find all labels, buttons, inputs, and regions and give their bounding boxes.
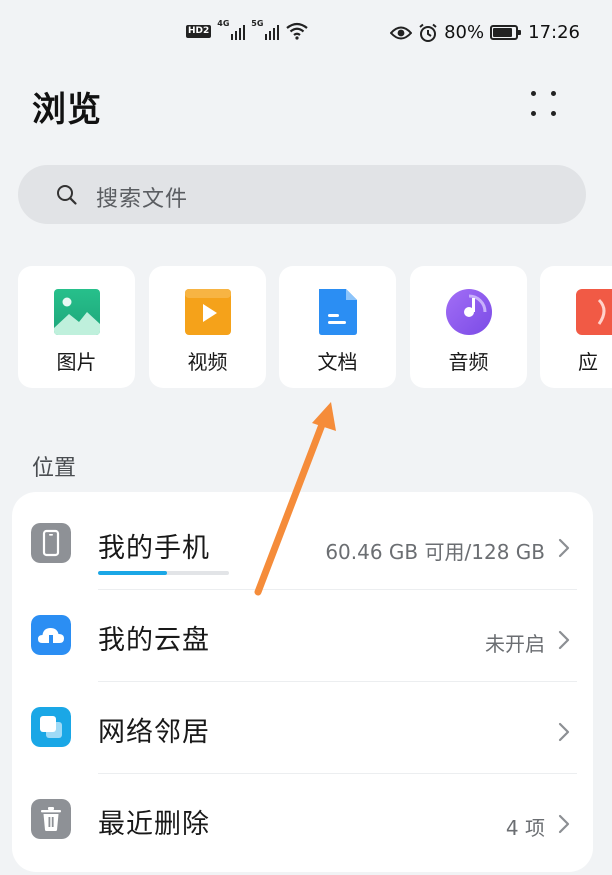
video-icon	[185, 289, 231, 335]
storage-progress-bar	[98, 571, 229, 575]
wifi-icon	[286, 22, 308, 40]
location-label: 最近删除	[98, 809, 210, 840]
signal-icon: 4G	[217, 19, 246, 40]
eye-icon	[390, 26, 413, 39]
category-row: 图片 视频 文档 音频 应	[0, 266, 612, 388]
category-images[interactable]: 图片	[18, 266, 135, 388]
location-label: 我的手机	[98, 533, 210, 564]
network-neighbor-icon	[31, 707, 71, 747]
more-options-button[interactable]	[522, 82, 566, 126]
category-label: 视频	[187, 350, 228, 374]
image-icon	[54, 289, 100, 335]
search-input[interactable]: 搜索文件	[18, 165, 586, 224]
clock: 17:26	[528, 22, 580, 43]
alarm-icon	[419, 23, 437, 42]
chevron-right-icon	[558, 630, 570, 650]
hd-icon: HD2	[186, 24, 212, 38]
location-label: 我的云盘	[98, 625, 210, 656]
cloud-drive-icon	[31, 615, 71, 655]
search-placeholder: 搜索文件	[96, 187, 189, 212]
category-apps[interactable]: 应	[540, 266, 612, 388]
status-left: HD2 4G 5G	[186, 19, 309, 40]
chevron-right-icon	[558, 722, 570, 742]
location-item-network-neighbor[interactable]: 网络邻居	[12, 682, 593, 773]
chevron-right-icon	[558, 538, 570, 558]
app-icon	[576, 289, 612, 335]
cloud-status-value: 未开启	[485, 632, 545, 656]
status-right: 80% 17:26	[390, 22, 580, 43]
deleted-count-value: 4 项	[505, 816, 545, 840]
category-documents[interactable]: 文档	[279, 266, 396, 388]
storage-value: 60.46 GB 可用/128 GB	[325, 540, 545, 564]
document-icon	[319, 289, 357, 335]
trash-icon	[31, 799, 71, 839]
signal-icon: 5G	[251, 19, 280, 40]
section-title: 位置	[32, 456, 77, 481]
phone-icon	[31, 523, 71, 563]
category-label: 音频	[448, 350, 489, 374]
chevron-right-icon	[558, 814, 570, 834]
category-label: 图片	[56, 350, 97, 374]
more-dots-icon	[531, 91, 536, 96]
audio-icon	[446, 289, 492, 335]
location-list: 我的手机 60.46 GB 可用/128 GB 我的云盘 未开启 网络邻居 最近…	[12, 492, 593, 872]
category-videos[interactable]: 视频	[149, 266, 266, 388]
location-label: 网络邻居	[98, 717, 210, 748]
category-audio[interactable]: 音频	[410, 266, 527, 388]
page-title: 浏览	[32, 90, 102, 130]
battery-icon	[490, 25, 522, 40]
battery-percent: 80%	[444, 22, 485, 43]
category-label: 文档	[317, 350, 358, 374]
category-label: 应	[578, 350, 598, 374]
status-bar: HD2 4G 5G 80% 17:26	[0, 0, 612, 70]
search-icon	[57, 185, 77, 205]
location-item-recently-deleted[interactable]: 最近删除 4 项	[12, 774, 593, 865]
location-item-my-phone[interactable]: 我的手机 60.46 GB 可用/128 GB	[12, 498, 593, 589]
location-item-cloud-drive[interactable]: 我的云盘 未开启	[12, 590, 593, 681]
